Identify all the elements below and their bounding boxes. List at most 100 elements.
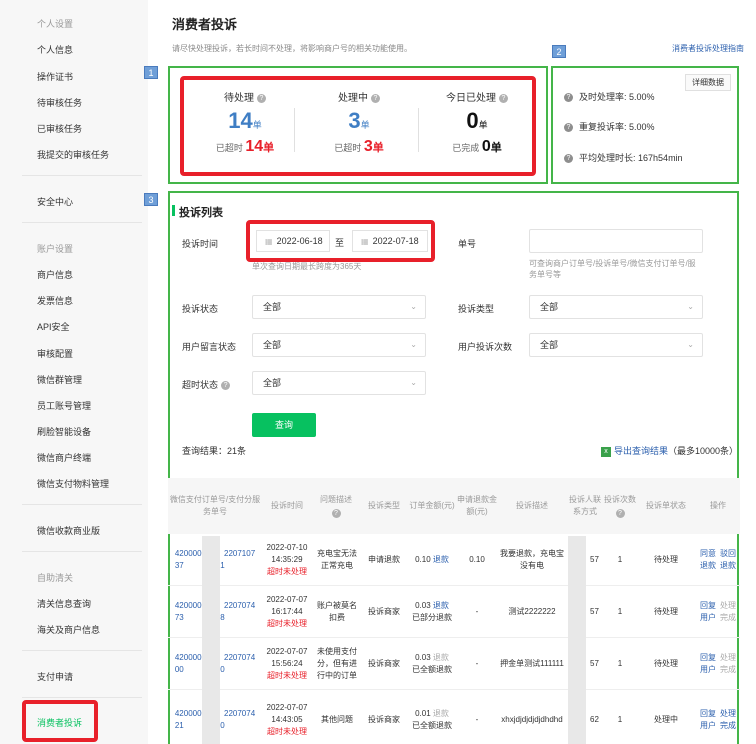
- timeout-tag: 超时未处理: [267, 619, 307, 628]
- refund-link[interactable]: 退款: [433, 709, 449, 718]
- table-row: 4200001 2207074 00 80 2022-07-07 15:56:24 超时未…: [168, 638, 740, 690]
- sidebar-item-staff-account[interactable]: 员工账号管理: [37, 399, 91, 412]
- sidebar-item-my-review[interactable]: 我提交的审核任务: [37, 148, 109, 161]
- user-complaint-count-label: 用户投诉次数: [458, 342, 513, 352]
- complaint-clock: 15:56:24: [271, 659, 303, 668]
- stat-processing[interactable]: 处理中? 3单 已超时 3单: [302, 89, 416, 156]
- sidebar-item-review-config[interactable]: 审核配置: [37, 347, 73, 360]
- mark-done-link[interactable]: 完成: [720, 612, 736, 624]
- export-results-link[interactable]: 导出查询结果: [614, 446, 668, 456]
- query-result-count: 查询结果：21条: [182, 446, 247, 456]
- reject-refund-link[interactable]: 驳回: [720, 548, 736, 560]
- agree-refund-link[interactable]: 退款: [700, 560, 716, 572]
- order-amount: 0.03: [415, 601, 431, 610]
- refund-link[interactable]: 退款: [433, 554, 449, 566]
- sidebar-item-certificate[interactable]: 操作证书: [37, 70, 73, 83]
- process-link[interactable]: 处理: [720, 708, 736, 720]
- reply-user-link[interactable]: 回复: [700, 708, 716, 720]
- sidebar-item-business-edition[interactable]: 微信收款商业版: [37, 524, 100, 537]
- sidebar-item-customs-query[interactable]: 清关信息查询: [37, 597, 91, 610]
- complaint-type-select[interactable]: 全部 ⌄: [529, 295, 703, 319]
- rate-timely-value: 5.00%: [629, 92, 655, 102]
- excel-icon: x: [600, 446, 611, 457]
- sidebar-item-security[interactable]: 安全中心: [37, 195, 73, 208]
- sidebar-divider: [22, 650, 142, 651]
- complaint-count-cell: 1: [617, 659, 623, 668]
- help-icon: ?: [371, 93, 380, 103]
- sidebar-item-invoice[interactable]: 发票信息: [37, 294, 73, 307]
- sidebar-item-customs-merchant[interactable]: 海关及商户信息: [37, 623, 100, 636]
- stat-pending[interactable]: 待处理? 14单 已超时 14单: [188, 89, 302, 156]
- sidebar-item-merchant-info[interactable]: 商户信息: [37, 268, 73, 281]
- sidebar-item-payment-apply[interactable]: 支付申请: [37, 670, 73, 683]
- agree-refund-link[interactable]: 同意: [700, 548, 716, 560]
- stat-pending-timeout-value: 14: [245, 138, 264, 155]
- contact-part: 57: [590, 555, 599, 564]
- complaint-type-label: 投诉类型: [458, 304, 495, 314]
- mark-done-link[interactable]: 处理: [720, 652, 736, 664]
- complaint-clock: 14:43:05: [271, 715, 303, 724]
- th-contact: 投诉人联系方式: [569, 495, 601, 516]
- sidebar-item-materials[interactable]: 微信支付物料管理: [37, 477, 109, 490]
- complaint-count-cell: 1: [617, 555, 623, 564]
- help-icon: ?: [221, 381, 231, 391]
- complaint-date: 2022-07-10: [266, 543, 308, 552]
- reply-user-link[interactable]: 用户: [700, 664, 716, 676]
- complaint-type-cell: 投诉商家: [368, 659, 400, 668]
- sidebar-item-reviewed[interactable]: 已审核任务: [37, 122, 82, 135]
- complaint-status-select[interactable]: 全部 ⌄: [252, 295, 426, 319]
- sidebar-item-personal-info[interactable]: 个人信息: [37, 43, 73, 56]
- sidebar-item-wechat-group[interactable]: 微信群管理: [37, 373, 82, 386]
- process-link[interactable]: 完成: [720, 720, 736, 732]
- chevron-down-icon: ⌄: [410, 378, 417, 387]
- complaint-status-label: 投诉状态: [182, 304, 219, 314]
- th-complaint-time: 投诉时间: [271, 501, 303, 510]
- query-button[interactable]: 查询: [252, 413, 316, 437]
- stat-today-done[interactable]: 今日已处理? 0单 已完成 0单: [420, 89, 534, 156]
- export-limit-note: （最多10000条）: [667, 446, 738, 456]
- user-message-status-select[interactable]: 全部 ⌄: [252, 333, 426, 357]
- order-number-input[interactable]: [529, 229, 703, 253]
- th-status: 投诉单状态: [646, 501, 686, 510]
- help-icon: ?: [257, 93, 266, 103]
- sidebar-item-merchant-terminal[interactable]: 微信商户终端: [37, 451, 91, 464]
- sidebar-divider: [22, 175, 142, 176]
- reply-user-link[interactable]: 用户: [700, 612, 716, 624]
- order-no-part: 2207074: [224, 709, 256, 718]
- sidebar-item-pending-review[interactable]: 待审核任务: [37, 96, 82, 109]
- refund-link[interactable]: 退款: [433, 653, 449, 662]
- mark-done-link[interactable]: 完成: [720, 664, 736, 676]
- order-amount-cell: 0.03 退款 已全额退款: [408, 638, 456, 690]
- timeout-status-select[interactable]: 全部 ⌄: [252, 371, 426, 395]
- main-content: 消费者投诉 请尽快处理投诉，若长时间不处理，将影响商户号的相关功能使用。 消费者…: [148, 0, 756, 744]
- order-hint-line-1: 可查询商户订单号/投诉单号/微信支付订单号/服: [529, 259, 696, 268]
- user-message-status-value: 全部: [263, 340, 282, 350]
- complaint-status-value: 全部: [263, 302, 282, 312]
- detail-data-button[interactable]: 详细数据: [685, 74, 731, 91]
- rate-repeat-label: 重复投诉率:: [579, 122, 627, 132]
- rate-avg-value: 167h54min: [638, 153, 683, 163]
- user-complaint-count-select[interactable]: 全部 ⌄: [529, 333, 703, 357]
- rate-avg-label: 平均处理时长:: [579, 153, 636, 163]
- complaint-time-cell: 2022-07-07 15:56:24 超时未处理: [262, 638, 312, 690]
- contact-part: 62: [590, 715, 599, 724]
- complaint-guide-link[interactable]: 消费者投诉处理指南: [672, 43, 744, 54]
- complaint-type-cell: 申请退款: [368, 555, 400, 564]
- refund-link[interactable]: 退款: [433, 601, 449, 610]
- reply-user-link[interactable]: 回复: [700, 600, 716, 612]
- reject-refund-link[interactable]: 退款: [720, 560, 736, 572]
- reply-user-link[interactable]: 回复: [700, 652, 716, 664]
- stat-divider: [294, 108, 295, 152]
- actions-cell: 回复 处理 用户 完成: [696, 690, 740, 744]
- sidebar-item-api-security[interactable]: API安全: [37, 320, 70, 333]
- complaint-type-cell: 投诉商家: [368, 715, 400, 724]
- complaint-list-title: 投诉列表: [179, 207, 223, 219]
- contact-part: 57: [590, 607, 599, 616]
- stat-processing-sub-label: 已超时: [334, 143, 362, 153]
- timeout-status-label-text: 超时状态: [182, 380, 219, 390]
- sidebar-item-face-device[interactable]: 刷脸智能设备: [37, 425, 91, 438]
- reply-user-link[interactable]: 用户: [700, 720, 716, 732]
- complaint-type-value: 全部: [540, 302, 559, 312]
- help-icon: ?: [499, 93, 508, 103]
- mark-done-link[interactable]: 处理: [720, 600, 736, 612]
